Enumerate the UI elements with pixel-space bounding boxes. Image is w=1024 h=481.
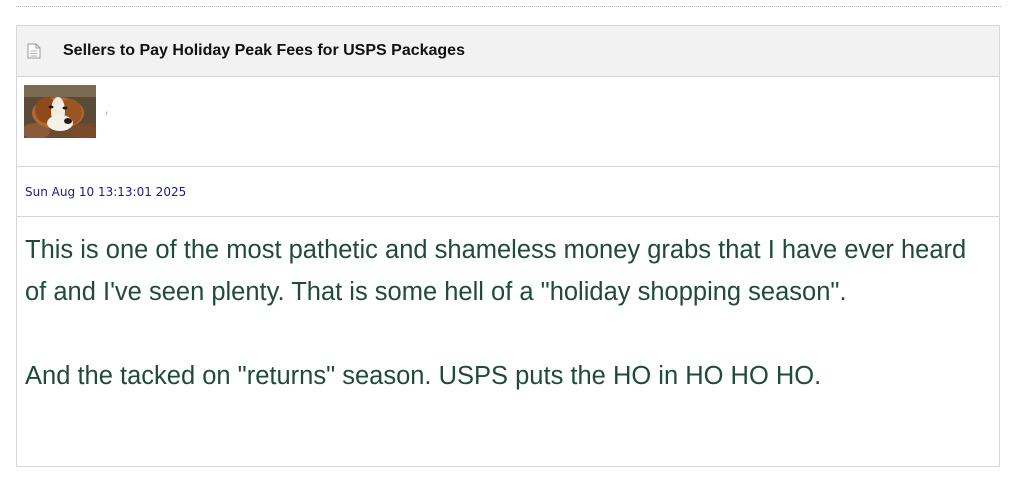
- post-title[interactable]: Sellers to Pay Holiday Peak Fees for USP…: [63, 42, 465, 60]
- forum-post: Sellers to Pay Holiday Peak Fees for USP…: [16, 25, 1000, 467]
- post-body: This is one of the most pathetic and sha…: [17, 217, 999, 397]
- author-row: ı: [17, 77, 999, 167]
- document-icon: [27, 43, 41, 59]
- avatar[interactable]: [24, 85, 96, 138]
- post-paragraph: This is one of the most pathetic and sha…: [25, 236, 967, 306]
- author-mark: ı: [106, 111, 108, 117]
- top-divider: [16, 6, 1001, 7]
- date-row: Sun Aug 10 13:13:01 2025: [17, 167, 999, 217]
- post-paragraph: And the tacked on "returns" season. USPS…: [25, 362, 822, 390]
- post-date: Sun Aug 10 13:13:01 2025: [25, 184, 187, 199]
- post-header: Sellers to Pay Holiday Peak Fees for USP…: [17, 26, 999, 77]
